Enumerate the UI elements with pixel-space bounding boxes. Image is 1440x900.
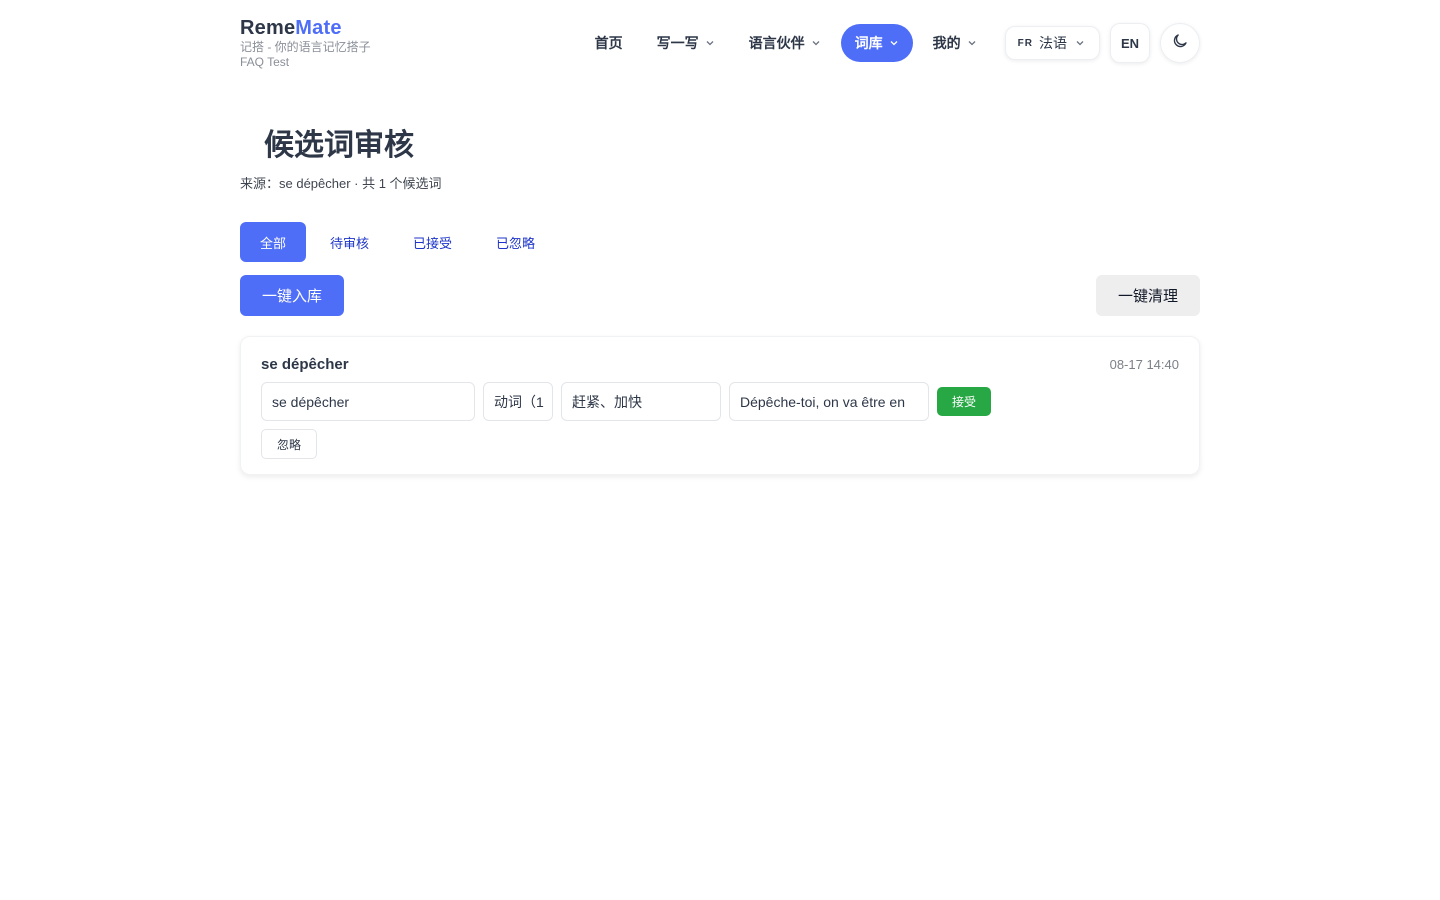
nav-mine-label: 我的 xyxy=(932,35,961,51)
import-all-button[interactable]: 一键入库 xyxy=(240,275,344,316)
candidate-word: se dépêcher xyxy=(261,356,349,373)
brand-name-part2: Mate xyxy=(295,17,342,39)
tab-all[interactable]: 全部 xyxy=(240,222,307,262)
nav-vocab-label: 词库 xyxy=(854,35,883,51)
nav-partner[interactable]: 语言伙伴 xyxy=(735,24,835,62)
nav-write[interactable]: 写一写 xyxy=(643,24,729,62)
chevron-down-icon xyxy=(889,38,899,48)
word-input[interactable]: se dépêcher xyxy=(261,382,475,421)
brand-name: RemeMate xyxy=(240,16,371,40)
example-input[interactable]: Dépêche-toi, on va être en xyxy=(729,382,929,421)
chevron-down-icon xyxy=(811,38,821,48)
brand-tagline: 记搭 - 你的语言记忆搭子 xyxy=(240,40,371,54)
chevron-down-icon xyxy=(1075,38,1085,48)
accept-button[interactable]: 接受 xyxy=(937,387,991,416)
ignore-button[interactable]: 忽略 xyxy=(261,429,317,459)
nav-home[interactable]: 首页 xyxy=(581,24,637,62)
meaning-input[interactable]: 赶紧、加快 xyxy=(561,382,721,421)
moon-icon xyxy=(1171,32,1189,55)
chevron-down-icon xyxy=(705,38,715,48)
page-title: 候选词审核 xyxy=(264,129,414,162)
nav-mine[interactable]: 我的 xyxy=(919,24,991,62)
candidate-card: se dépêcher 08-17 14:40 se dépêcher 动词（1… xyxy=(240,336,1200,475)
chevron-down-icon xyxy=(967,38,977,48)
page-subtitle: 来源：se dépêcher · 共 1 个候选词 xyxy=(240,176,442,191)
theme-toggle-button[interactable] xyxy=(1160,23,1200,63)
brand[interactable]: RemeMate 记搭 - 你的语言记忆搭子 FAQ Test xyxy=(240,16,371,70)
language-label: 法语 xyxy=(1039,35,1067,51)
part-of-speech-select[interactable]: 动词（1 xyxy=(483,382,553,421)
candidate-timestamp: 08-17 14:40 xyxy=(1109,357,1179,372)
nav-partner-label: 语言伙伴 xyxy=(748,35,805,51)
brand-name-part1: Reme xyxy=(240,17,296,39)
nav-home-label: 首页 xyxy=(594,35,623,51)
language-code: FR xyxy=(1017,37,1033,49)
clear-all-button[interactable]: 一键清理 xyxy=(1096,275,1200,316)
tab-accepted[interactable]: 已接受 xyxy=(393,222,472,262)
tab-ignored[interactable]: 已忽略 xyxy=(476,222,555,262)
filter-tabs: 全部 待审核 已接受 已忽略 xyxy=(240,222,559,262)
nav-vocab[interactable]: 词库 xyxy=(840,24,913,62)
main-nav: 首页 写一写 语言伙伴 词库 我的 FR 法语 EN xyxy=(575,23,1200,63)
tab-pending[interactable]: 待审核 xyxy=(310,222,389,262)
learning-language-select[interactable]: FR 法语 xyxy=(1004,26,1100,60)
nav-write-label: 写一写 xyxy=(656,35,699,51)
user-name: FAQ Test xyxy=(240,55,290,69)
ui-language-button[interactable]: EN xyxy=(1110,23,1150,63)
